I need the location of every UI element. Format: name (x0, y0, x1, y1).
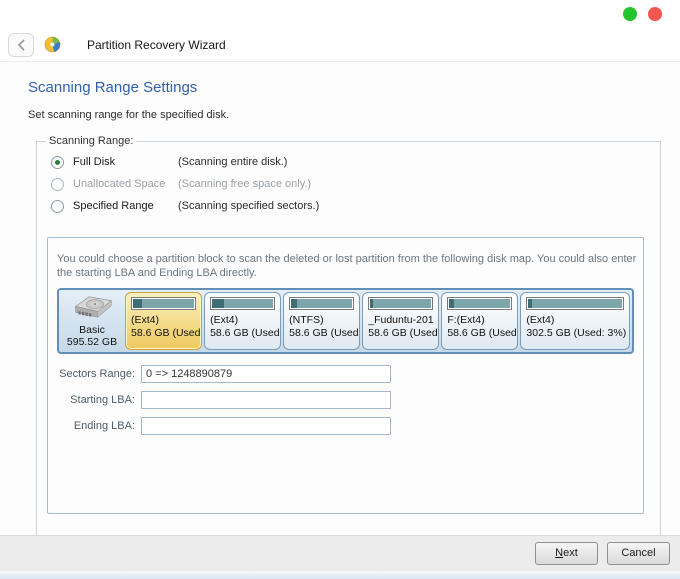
starting-lba-label: Starting LBA: (70, 394, 135, 406)
wizard-footer: Next Cancel (0, 535, 680, 571)
partition-label: (NTFS) (289, 314, 324, 326)
radio-label: Unallocated Space (73, 178, 166, 190)
radio-button-icon (51, 177, 64, 191)
radio-specified-range[interactable]: Specified Range (Scanning specified sect… (51, 195, 651, 217)
radio-label: Specified Range (73, 200, 154, 212)
scanning-range-groupbox: Scanning Range: Full Disk (Scanning enti… (36, 135, 661, 577)
disk-summary-cell: Basic 595.52 GB (61, 292, 123, 350)
ending-lba-row: Ending LBA: (57, 413, 634, 439)
starting-lba-row: Starting LBA: (57, 387, 634, 413)
lba-fields: Sectors Range: Starting LBA: Ending LBA: (57, 361, 634, 439)
partition-block-4[interactable]: _Fuduntu-201 58.6 GB (Used (362, 292, 440, 350)
disk-map: Basic 595.52 GB (Ext4) 58.6 GB (Used (Ex… (57, 288, 634, 354)
radio-unallocated-space: Unallocated Space (Scanning free space o… (51, 173, 651, 195)
usage-bar (210, 297, 276, 310)
window-close-dot[interactable] (648, 7, 662, 21)
partition-label: _Fuduntu-201 (368, 314, 434, 326)
partition-label: (Ext4) (526, 314, 555, 326)
sectors-range-label: Sectors Range: (59, 368, 135, 380)
partition-label: F:(Ext4) (447, 314, 485, 326)
starting-lba-input[interactable] (141, 391, 391, 409)
radio-note: (Scanning specified sectors.) (178, 200, 320, 212)
window-minimize-dot[interactable] (623, 7, 637, 21)
radio-full-disk[interactable]: Full Disk (Scanning entire disk.) (51, 151, 651, 173)
window-bottom-edge (0, 571, 680, 579)
page-subtitle: Set scanning range for the specified dis… (28, 109, 230, 121)
wizard-header: Partition Recovery Wizard (0, 28, 680, 62)
usage-bar (131, 297, 197, 310)
page-title: Scanning Range Settings (28, 79, 198, 96)
next-button[interactable]: Next (535, 542, 598, 565)
partition-size: 58.6 GB (Used (289, 327, 359, 339)
partition-label: (Ext4) (131, 314, 160, 326)
usage-bar (526, 297, 624, 310)
partition-block-2[interactable]: (Ext4) 58.6 GB (Used (204, 292, 282, 350)
back-button[interactable] (8, 32, 34, 57)
cancel-button[interactable]: Cancel (607, 542, 670, 565)
usage-bar (447, 297, 513, 310)
partition-block-3[interactable]: (NTFS) 58.6 GB (Used (283, 292, 361, 350)
partition-size: 58.6 GB (Used (447, 327, 517, 339)
partition-size: 302.5 GB (Used: 3%) (526, 327, 627, 339)
hard-disk-icon (74, 296, 113, 318)
window-titlebar (0, 0, 680, 28)
partition-size: 58.6 GB (Used (210, 327, 280, 339)
disk-type: Basic (79, 324, 105, 336)
window-title: Partition Recovery Wizard (87, 37, 226, 52)
disk-size: 595.52 GB (66, 336, 118, 348)
ending-lba-input[interactable] (141, 417, 391, 435)
partition-block-6[interactable]: (Ext4) 302.5 GB (Used: 3%) (520, 292, 630, 350)
radio-button-icon[interactable] (51, 155, 64, 169)
sectors-range-row: Sectors Range: (57, 361, 634, 387)
ending-lba-label: Ending LBA: (73, 420, 135, 432)
partition-block-5[interactable]: F:(Ext4) 58.6 GB (Used (441, 292, 519, 350)
usage-bar (289, 297, 355, 310)
disk-map-panel: You could choose a partition block to sc… (47, 237, 644, 514)
radio-button-icon[interactable] (51, 199, 64, 213)
radio-label: Full Disk (73, 156, 116, 168)
disk-map-description: You could choose a partition block to sc… (57, 253, 637, 279)
radio-note: (Scanning free space only.) (178, 178, 312, 190)
partition-size: 58.6 GB (Used (131, 327, 201, 339)
partition-label: (Ext4) (210, 314, 239, 326)
partition-block-1[interactable]: (Ext4) 58.6 GB (Used (125, 292, 203, 350)
radio-note: (Scanning entire disk.) (178, 156, 288, 168)
partition-size: 58.6 GB (Used (368, 327, 438, 339)
chevron-left-icon (17, 38, 25, 51)
app-icon (44, 36, 61, 53)
sectors-range-input[interactable] (141, 365, 391, 383)
usage-bar (368, 297, 434, 310)
wizard-content: Scanning Range Settings Set scanning ran… (0, 62, 680, 577)
scanning-range-legend: Scanning Range: (49, 135, 134, 147)
